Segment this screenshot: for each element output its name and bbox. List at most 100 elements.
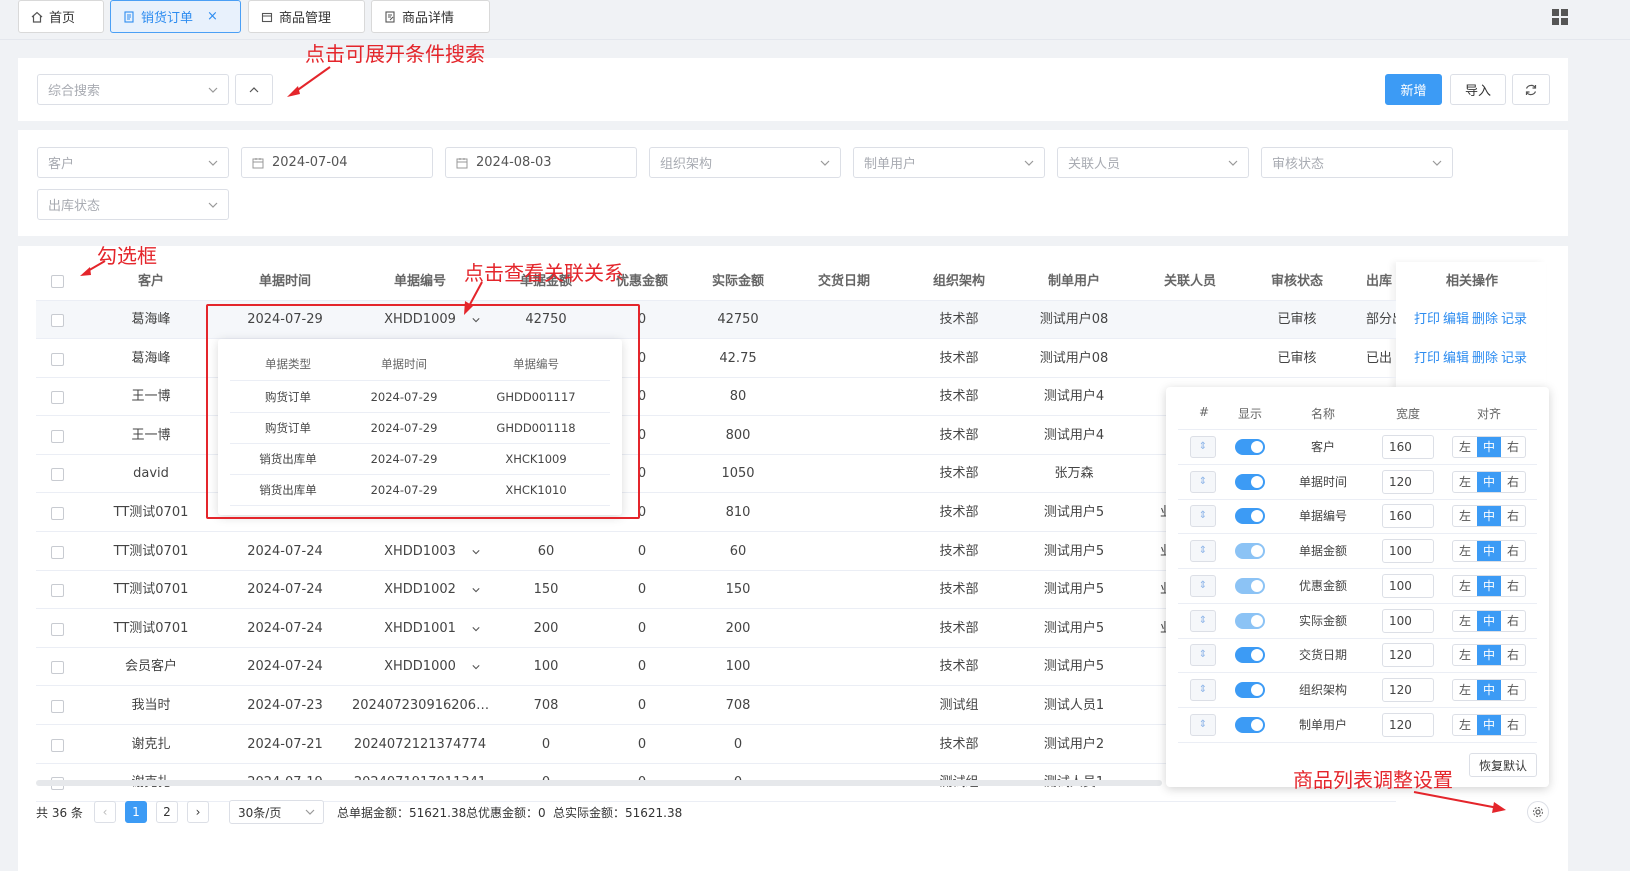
align-right-button[interactable]: 右	[1501, 437, 1525, 457]
col-header-date[interactable]: 单据时间	[237, 270, 333, 292]
chevron-down-icon[interactable]	[472, 548, 480, 556]
tab-product-detail[interactable]: 商品详情	[371, 0, 490, 33]
show-toggle[interactable]	[1235, 612, 1265, 629]
related-person-select[interactable]: 关联人员	[1057, 147, 1249, 178]
drag-handle-icon[interactable]: ⇕	[1190, 470, 1216, 493]
show-toggle[interactable]	[1235, 716, 1265, 733]
align-left-button[interactable]: 左	[1453, 611, 1477, 631]
col-header-creator[interactable]: 制单用户	[1026, 270, 1122, 292]
column-settings-button[interactable]	[1527, 801, 1549, 823]
align-right-button[interactable]: 右	[1501, 645, 1525, 665]
number-cell[interactable]: XHDD1000	[352, 648, 488, 686]
align-center-button[interactable]: 中	[1477, 575, 1501, 596]
row-checkbox[interactable]	[51, 584, 64, 598]
col-header-audit[interactable]: 审核状态	[1249, 270, 1345, 292]
drag-handle-icon[interactable]: ⇕	[1190, 540, 1216, 563]
col-header-related[interactable]: 关联人员	[1142, 270, 1238, 292]
align-left-button[interactable]: 左	[1453, 437, 1477, 457]
close-icon[interactable]: ×	[207, 9, 218, 24]
align-left-button[interactable]: 左	[1453, 576, 1477, 596]
expand-search-button[interactable]	[235, 74, 273, 105]
column-width-input[interactable]: 120	[1382, 469, 1434, 494]
chevron-down-icon[interactable]	[472, 586, 480, 594]
align-center-button[interactable]: 中	[1477, 506, 1501, 527]
row-checkbox[interactable]	[51, 738, 64, 752]
row-checkbox[interactable]	[51, 507, 64, 520]
row-checkbox[interactable]	[51, 314, 64, 327]
restore-default-button[interactable]: 恢复默认	[1469, 753, 1537, 777]
customer-select[interactable]: 客户	[37, 147, 229, 178]
row-checkbox[interactable]	[51, 429, 64, 443]
align-right-button[interactable]: 右	[1501, 680, 1525, 700]
align-right-button[interactable]: 右	[1501, 472, 1525, 492]
show-toggle[interactable]	[1235, 508, 1265, 525]
col-header-actual[interactable]: 实际金额	[690, 270, 786, 292]
row-checkbox[interactable]	[51, 661, 64, 675]
align-left-button[interactable]: 左	[1453, 472, 1477, 492]
start-date-input[interactable]: 2024-07-04	[241, 147, 433, 178]
align-center-button[interactable]: 中	[1477, 714, 1501, 735]
edit-link[interactable]: 编辑	[1443, 312, 1469, 327]
show-toggle[interactable]	[1235, 681, 1265, 698]
chevron-down-icon[interactable]	[472, 625, 480, 633]
drag-handle-icon[interactable]: ⇕	[1190, 713, 1216, 736]
show-toggle[interactable]	[1235, 439, 1265, 455]
page-2-button[interactable]: 2	[156, 801, 178, 823]
col-header-number[interactable]: 单据编号	[372, 270, 468, 292]
show-toggle[interactable]	[1235, 473, 1265, 490]
edit-link[interactable]: 编辑	[1443, 351, 1469, 366]
table-scrollbar[interactable]	[36, 780, 1162, 786]
number-cell[interactable]: 202407230916206…	[352, 687, 488, 725]
col-header-outbound[interactable]: 出库	[1366, 270, 1396, 292]
page-size-select[interactable]: 30条/页	[229, 800, 324, 824]
align-center-button[interactable]: 中	[1477, 541, 1501, 562]
page-1-button[interactable]: 1	[125, 801, 147, 823]
drag-handle-icon[interactable]: ⇕	[1190, 574, 1216, 597]
column-width-input[interactable]: 100	[1382, 608, 1434, 633]
delete-link[interactable]: 删除	[1472, 351, 1498, 366]
align-right-button[interactable]: 右	[1501, 611, 1525, 631]
align-center-button[interactable]: 中	[1477, 437, 1501, 457]
col-header-customer[interactable]: 客户	[103, 270, 199, 292]
refresh-button[interactable]	[1512, 74, 1550, 105]
column-width-input[interactable]: 100	[1382, 539, 1434, 564]
row-checkbox[interactable]	[51, 700, 64, 713]
align-center-button[interactable]: 中	[1477, 610, 1501, 631]
show-toggle[interactable]	[1235, 577, 1265, 594]
delete-link[interactable]: 删除	[1472, 312, 1498, 327]
align-left-button[interactable]: 左	[1453, 680, 1477, 700]
number-cell[interactable]: XHDD1001	[352, 610, 488, 648]
align-left-button[interactable]: 左	[1453, 541, 1477, 561]
prev-page-button[interactable]: ‹	[94, 801, 116, 823]
creator-select[interactable]: 制单用户	[853, 147, 1045, 178]
tab-sales-order[interactable]: 销货订单 ×	[110, 0, 241, 33]
column-width-input[interactable]: 100	[1382, 573, 1434, 598]
print-link[interactable]: 打印	[1414, 351, 1440, 366]
column-width-input[interactable]: 160	[1382, 435, 1434, 459]
drag-handle-icon[interactable]: ⇕	[1190, 505, 1216, 528]
align-left-button[interactable]: 左	[1453, 645, 1477, 665]
align-right-button[interactable]: 右	[1501, 506, 1525, 526]
align-center-button[interactable]: 中	[1477, 471, 1501, 492]
column-width-input[interactable]: 160	[1382, 504, 1434, 529]
number-cell[interactable]: XHDD1003	[352, 533, 488, 571]
row-checkbox[interactable]	[51, 545, 64, 559]
import-button[interactable]: 导入	[1450, 74, 1506, 105]
align-left-button[interactable]: 左	[1453, 715, 1477, 735]
align-right-button[interactable]: 右	[1501, 541, 1525, 561]
record-link[interactable]: 记录	[1501, 312, 1527, 327]
show-toggle[interactable]	[1235, 543, 1265, 560]
row-checkbox[interactable]	[51, 352, 64, 366]
column-width-input[interactable]: 120	[1382, 643, 1434, 668]
add-button[interactable]: 新增	[1385, 74, 1442, 105]
tab-home[interactable]: 首页	[18, 0, 104, 33]
audit-status-select[interactable]: 审核状态	[1261, 147, 1453, 178]
search-select[interactable]: 综合搜索	[37, 74, 229, 105]
outbound-status-select[interactable]: 出库状态	[37, 189, 229, 220]
next-page-button[interactable]: ›	[187, 801, 209, 823]
select-all-checkbox[interactable]	[51, 275, 64, 288]
col-header-org[interactable]: 组织架构	[911, 270, 1007, 292]
org-select[interactable]: 组织架构	[649, 147, 841, 178]
tab-product-management[interactable]: 商品管理	[248, 0, 365, 33]
chevron-down-icon[interactable]	[472, 663, 480, 671]
